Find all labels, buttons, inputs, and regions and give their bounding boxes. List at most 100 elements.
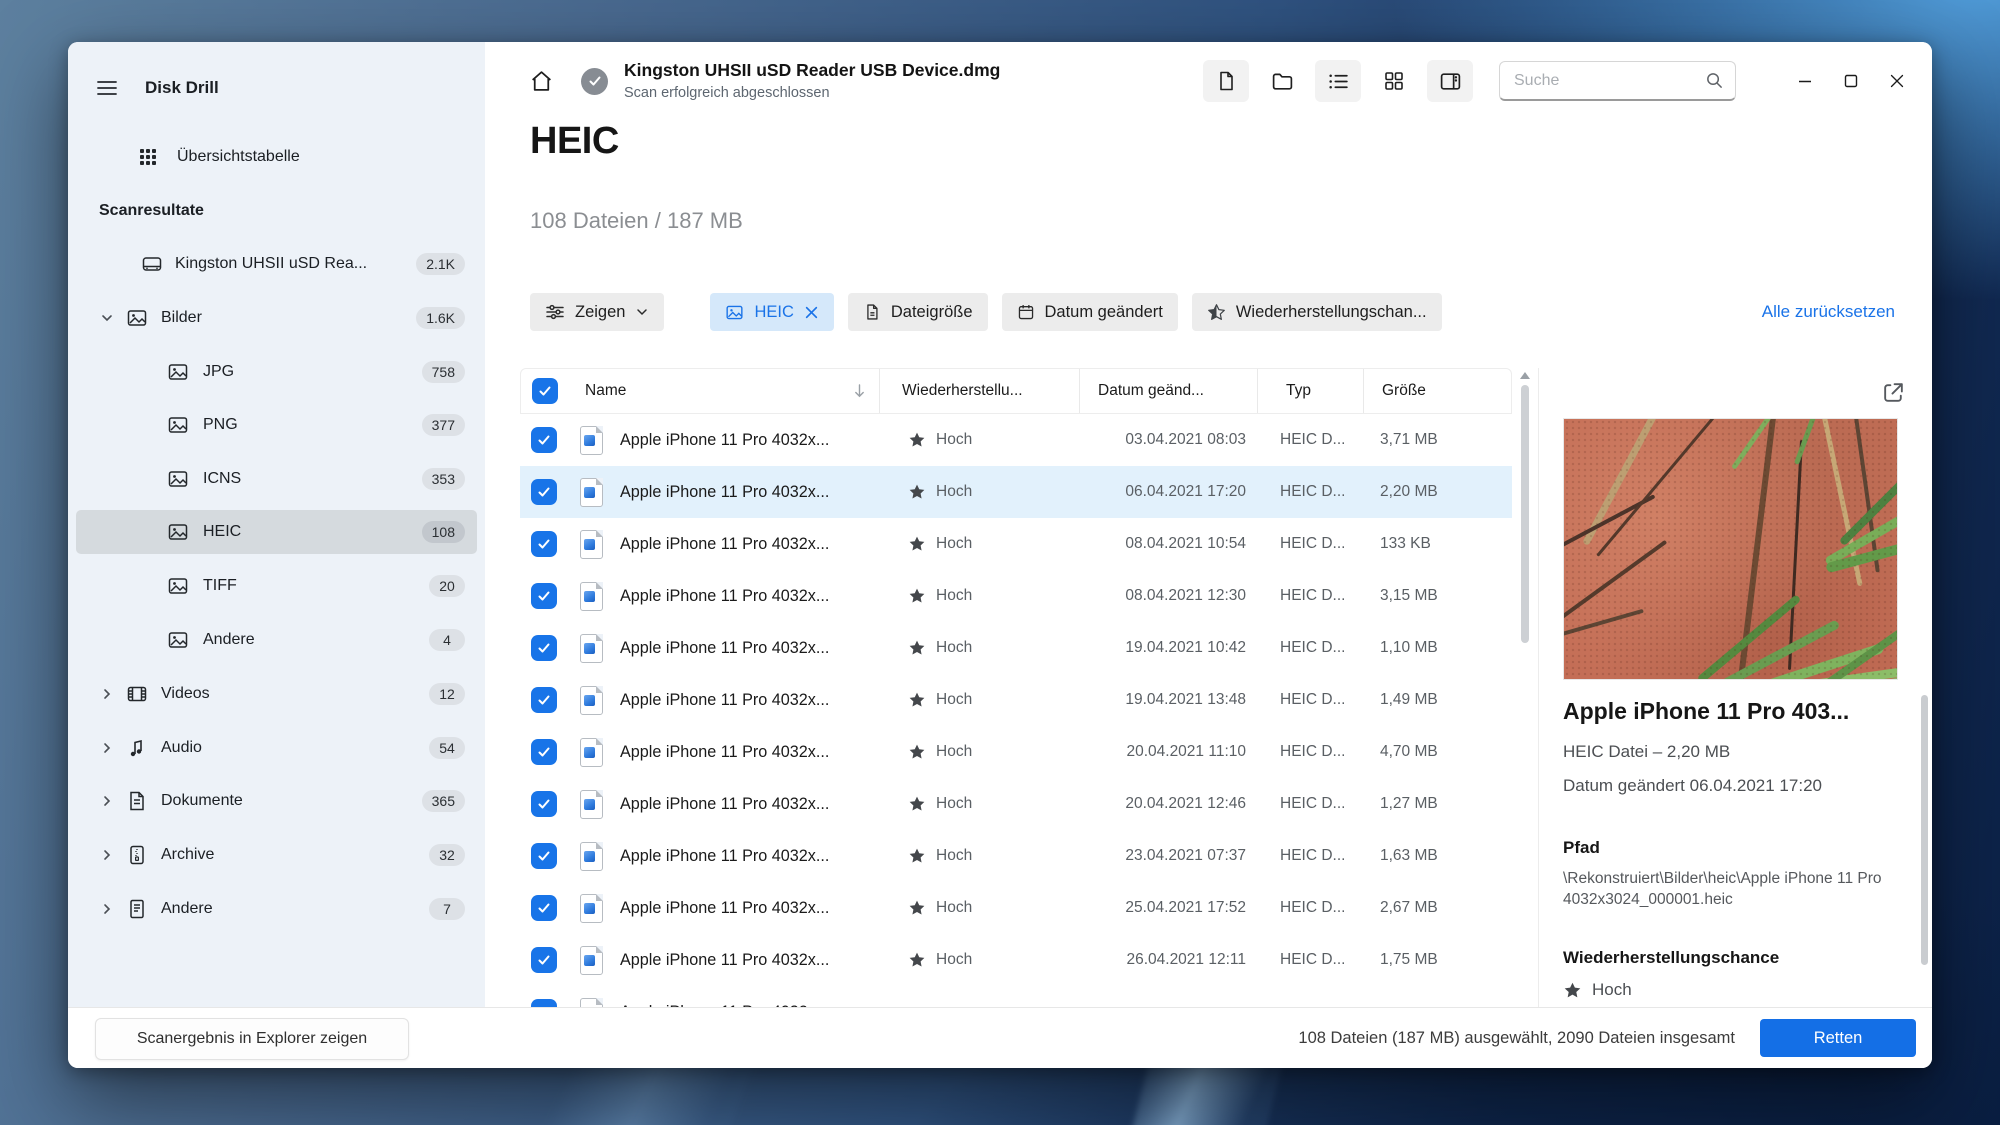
sort-descending-icon[interactable] (852, 383, 867, 399)
count-badge: 758 (421, 361, 465, 383)
sidebar-item-dokumente[interactable]: Dokumente 365 (76, 779, 477, 823)
remove-filter-icon[interactable] (804, 305, 819, 320)
file-thumbnail-icon (580, 425, 603, 455)
table-row[interactable]: Apple iPhone 11 Pro 4032x... Hoch 19.04.… (520, 622, 1512, 674)
sidebar-item-archive[interactable]: Archive 32 (76, 833, 477, 877)
file-type: HEIC D... (1280, 535, 1346, 552)
chevron-right-icon[interactable] (100, 848, 114, 862)
table-scrollbar[interactable] (1519, 368, 1531, 1008)
table-row-partial[interactable]: Apple iPhone 11 Pro 4032x... (520, 986, 1512, 1008)
close-button[interactable] (1874, 60, 1920, 102)
sidebar-section-scanresults: Scanresultate (99, 202, 204, 219)
half-star-icon (1207, 303, 1226, 322)
preview-image[interactable] (1563, 418, 1898, 680)
file-type: HEIC D... (1280, 795, 1346, 812)
star-icon (908, 847, 926, 865)
minimize-button[interactable] (1782, 60, 1828, 102)
maximize-button[interactable] (1828, 60, 1874, 102)
reset-all-filters-link[interactable]: Alle zurücksetzen (1762, 302, 1895, 322)
active-type-filter-chip[interactable]: HEIC (710, 293, 834, 331)
table-row[interactable]: Apple iPhone 11 Pro 4032x... Hoch 03.04.… (520, 414, 1512, 466)
count-badge: 2.1K (416, 253, 465, 275)
row-checkbox[interactable] (531, 583, 557, 609)
folder-view-button[interactable] (1259, 60, 1305, 102)
recovery-chance-value: Hoch (1592, 980, 1632, 999)
chevron-right-icon[interactable] (100, 741, 114, 755)
table-row[interactable]: Apple iPhone 11 Pro 4032x... Hoch 26.04.… (520, 934, 1512, 986)
show-in-explorer-button[interactable]: Scanergebnis in Explorer zeigen (95, 1018, 409, 1060)
row-checkbox[interactable] (531, 687, 557, 713)
row-checkbox[interactable] (531, 531, 557, 557)
file-size-filter-chip[interactable]: Dateigröße (847, 293, 988, 331)
list-view-button[interactable] (1315, 60, 1361, 102)
row-checkbox[interactable] (531, 427, 557, 453)
file-name: Apple iPhone 11 Pro 4032x... (620, 690, 830, 709)
chevron-right-icon[interactable] (100, 687, 114, 701)
sidebar-item-png[interactable]: PNG 377 (76, 403, 477, 447)
table-row[interactable]: Apple iPhone 11 Pro 4032x... Hoch 23.04.… (520, 830, 1512, 882)
scroll-up-arrow-icon[interactable] (1520, 372, 1530, 379)
column-header-size[interactable]: Größe (1363, 369, 1511, 413)
sidebar-item-andere[interactable]: Andere 7 (76, 887, 477, 931)
sidebar-item-heic-selected[interactable]: HEIC 108 (76, 510, 477, 554)
sidebar-item-device[interactable]: Kingston UHSII uSD Rea... 2.1K (76, 242, 477, 286)
row-checkbox[interactable] (531, 479, 557, 505)
file-thumbnail-icon (580, 841, 603, 871)
date-modified: 25.04.2021 17:52 (1125, 899, 1246, 916)
recover-button[interactable]: Retten (1760, 1019, 1916, 1057)
file-size-filter-label: Dateigröße (890, 302, 973, 321)
scrollbar-thumb[interactable] (1521, 385, 1529, 643)
row-checkbox[interactable] (531, 843, 557, 869)
row-checkbox[interactable] (531, 739, 557, 765)
sidebar-item-icns[interactable]: ICNS 353 (76, 457, 477, 501)
chevron-right-icon[interactable] (100, 794, 114, 808)
table-row[interactable]: Apple iPhone 11 Pro 4032x... Hoch 20.04.… (520, 726, 1512, 778)
sidebar-item-tiff[interactable]: TIFF 20 (76, 564, 477, 608)
grid-view-button[interactable] (1371, 60, 1417, 102)
recovery-chance-filter-chip[interactable]: Wiederherstellungschan... (1191, 293, 1442, 331)
column-header-date[interactable]: Datum geänd... (1079, 369, 1257, 413)
search-input[interactable] (1499, 61, 1736, 101)
note-file-icon (126, 898, 148, 920)
count-badge: 108 (421, 521, 465, 543)
row-checkbox[interactable] (531, 895, 557, 921)
sidebar-item-overview[interactable]: Übersichtstabelle (76, 135, 477, 179)
chevron-down-icon[interactable] (100, 311, 114, 325)
file-size: 1,63 MB (1380, 847, 1438, 864)
star-icon (908, 587, 926, 605)
star-icon (908, 535, 926, 553)
hamburger-menu-icon[interactable] (95, 76, 119, 100)
sidebar-item-jpg[interactable]: JPG 758 (76, 350, 477, 394)
table-row[interactable]: Apple iPhone 11 Pro 4032x... Hoch 19.04.… (520, 674, 1512, 726)
column-header-type[interactable]: Typ (1257, 369, 1363, 413)
table-row[interactable]: Apple iPhone 11 Pro 4032x... Hoch 20.04.… (520, 778, 1512, 830)
sidebar-item-videos[interactable]: Videos 12 (76, 672, 477, 716)
column-header-recovery[interactable]: Wiederherstellu... (879, 369, 1079, 413)
row-checkbox[interactable] (531, 791, 557, 817)
table-row-selected[interactable]: Apple iPhone 11 Pro 4032x... Hoch 06.04.… (520, 466, 1512, 518)
row-checkbox[interactable] (531, 947, 557, 973)
table-row[interactable]: Apple iPhone 11 Pro 4032x... Hoch 25.04.… (520, 882, 1512, 934)
table-row[interactable]: Apple iPhone 11 Pro 4032x... Hoch 08.04.… (520, 570, 1512, 622)
type-filter-label: HEIC (754, 302, 794, 321)
file-view-button[interactable] (1203, 60, 1249, 102)
recovery-value: Hoch (936, 795, 973, 812)
sidebar-item-label: JPG (203, 363, 235, 380)
row-checkbox[interactable] (531, 635, 557, 661)
panel-scrollbar-thumb[interactable] (1921, 695, 1928, 965)
open-preview-icon[interactable] (1881, 380, 1906, 405)
sidebar-item-bilder[interactable]: Bilder 1.6K (76, 296, 477, 340)
home-button[interactable] (521, 61, 561, 101)
select-all-checkbox[interactable] (532, 378, 558, 404)
table-row[interactable]: Apple iPhone 11 Pro 4032x... Hoch 08.04.… (520, 518, 1512, 570)
sidebar-item-andere-bilder[interactable]: Andere 4 (76, 618, 477, 662)
preview-panel-button[interactable] (1427, 60, 1473, 102)
sidebar-item-label: Andere (161, 900, 213, 917)
sidebar-item-audio[interactable]: Audio 54 (76, 726, 477, 770)
column-header-name[interactable]: Name (569, 369, 879, 413)
date-modified: 23.04.2021 07:37 (1125, 847, 1246, 864)
chevron-right-icon[interactable] (100, 902, 114, 916)
date-modified-filter-chip[interactable]: Datum geändert (1001, 293, 1178, 331)
search-icon[interactable] (1705, 71, 1724, 90)
show-filter-dropdown[interactable]: Zeigen (530, 293, 665, 331)
